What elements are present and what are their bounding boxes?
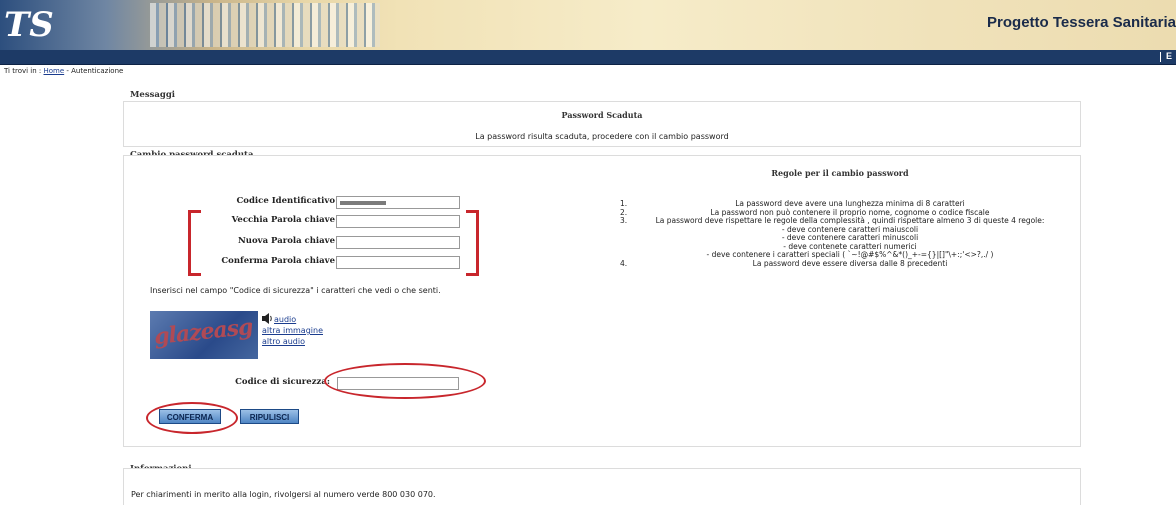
right-red-bracket xyxy=(466,210,479,276)
breadcrumb-prefix: Ti trovi in : xyxy=(4,67,44,75)
messages-text: La password risulta scaduta, procedere c… xyxy=(475,132,729,141)
header-banner: TS Progetto Tessera Sanitaria xyxy=(0,0,1176,50)
rule-text: La password deve essere diversa dalle 8 … xyxy=(752,258,948,268)
logo-text: TS xyxy=(4,5,54,45)
codice-identificativo-label: Codice Identificativo xyxy=(236,196,335,206)
rule-number xyxy=(620,234,640,243)
security-code-red-circle xyxy=(324,363,486,399)
nuova-parola-chiave-input[interactable] xyxy=(336,236,460,249)
site-title: Progetto Tessera Sanitaria xyxy=(987,14,1176,31)
nuova-parola-chiave-label: Nuova Parola chiave xyxy=(238,236,335,246)
conferma-parola-chiave-input[interactable] xyxy=(336,256,460,269)
rule-number xyxy=(620,226,640,235)
left-red-bracket xyxy=(188,210,201,276)
info-text: Per chiarimenti in merito alla login, ri… xyxy=(131,490,436,499)
speaker-icon[interactable] xyxy=(262,313,274,324)
breadcrumb-current: - Autenticazione xyxy=(64,67,124,75)
ts-logo: TS xyxy=(4,6,54,44)
audio-link[interactable]: audio xyxy=(274,315,296,324)
messages-section-title: Messaggi xyxy=(130,90,176,100)
rules-list: 1. La password deve avere una lunghezza m… xyxy=(620,199,1060,269)
rule-number: 3. xyxy=(620,216,628,225)
breadcrumb: Ti trovi in : Home - Autenticazione xyxy=(4,67,123,75)
pharmacy-shelves-image xyxy=(150,3,380,47)
vecchia-parola-chiave-input[interactable] xyxy=(336,215,460,228)
rule-item: 4. La password deve essere diversa dalle … xyxy=(620,258,1060,269)
rule-number xyxy=(620,243,640,252)
info-panel: Per chiarimenti in merito alla login, ri… xyxy=(123,468,1081,505)
messages-heading: Password Scaduta xyxy=(561,110,643,120)
conferma-parola-chiave-label: Conferma Parola chiave xyxy=(221,256,335,266)
codice-identificativo-input[interactable] xyxy=(336,196,460,209)
altra-immagine-link[interactable]: altra immagine xyxy=(262,326,323,335)
captcha-image-text: glazeasg xyxy=(152,313,254,351)
security-code-label: Codice di sicurezza: xyxy=(235,377,330,387)
breadcrumb-home-link[interactable]: Home xyxy=(43,67,64,75)
vecchia-parola-chiave-label: Vecchia Parola chiave xyxy=(231,215,335,225)
nav-separator xyxy=(1160,52,1161,62)
masked-value xyxy=(340,201,386,205)
rule-number: 4. xyxy=(620,258,628,268)
messages-panel: Password Scaduta La password risulta sca… xyxy=(123,101,1081,147)
conferma-red-circle xyxy=(146,402,238,434)
nav-menu-item[interactable]: E xyxy=(1166,51,1172,61)
captcha-image: glazeasg xyxy=(150,311,258,359)
captcha-instruction: Inserisci nel campo "Codice di sicurezza… xyxy=(150,286,441,295)
top-navbar: E xyxy=(0,50,1176,65)
altro-audio-link[interactable]: altro audio xyxy=(262,337,305,346)
ripulisci-button[interactable]: RIPULISCI xyxy=(240,409,299,424)
rules-title: Regole per il cambio password xyxy=(771,168,909,178)
